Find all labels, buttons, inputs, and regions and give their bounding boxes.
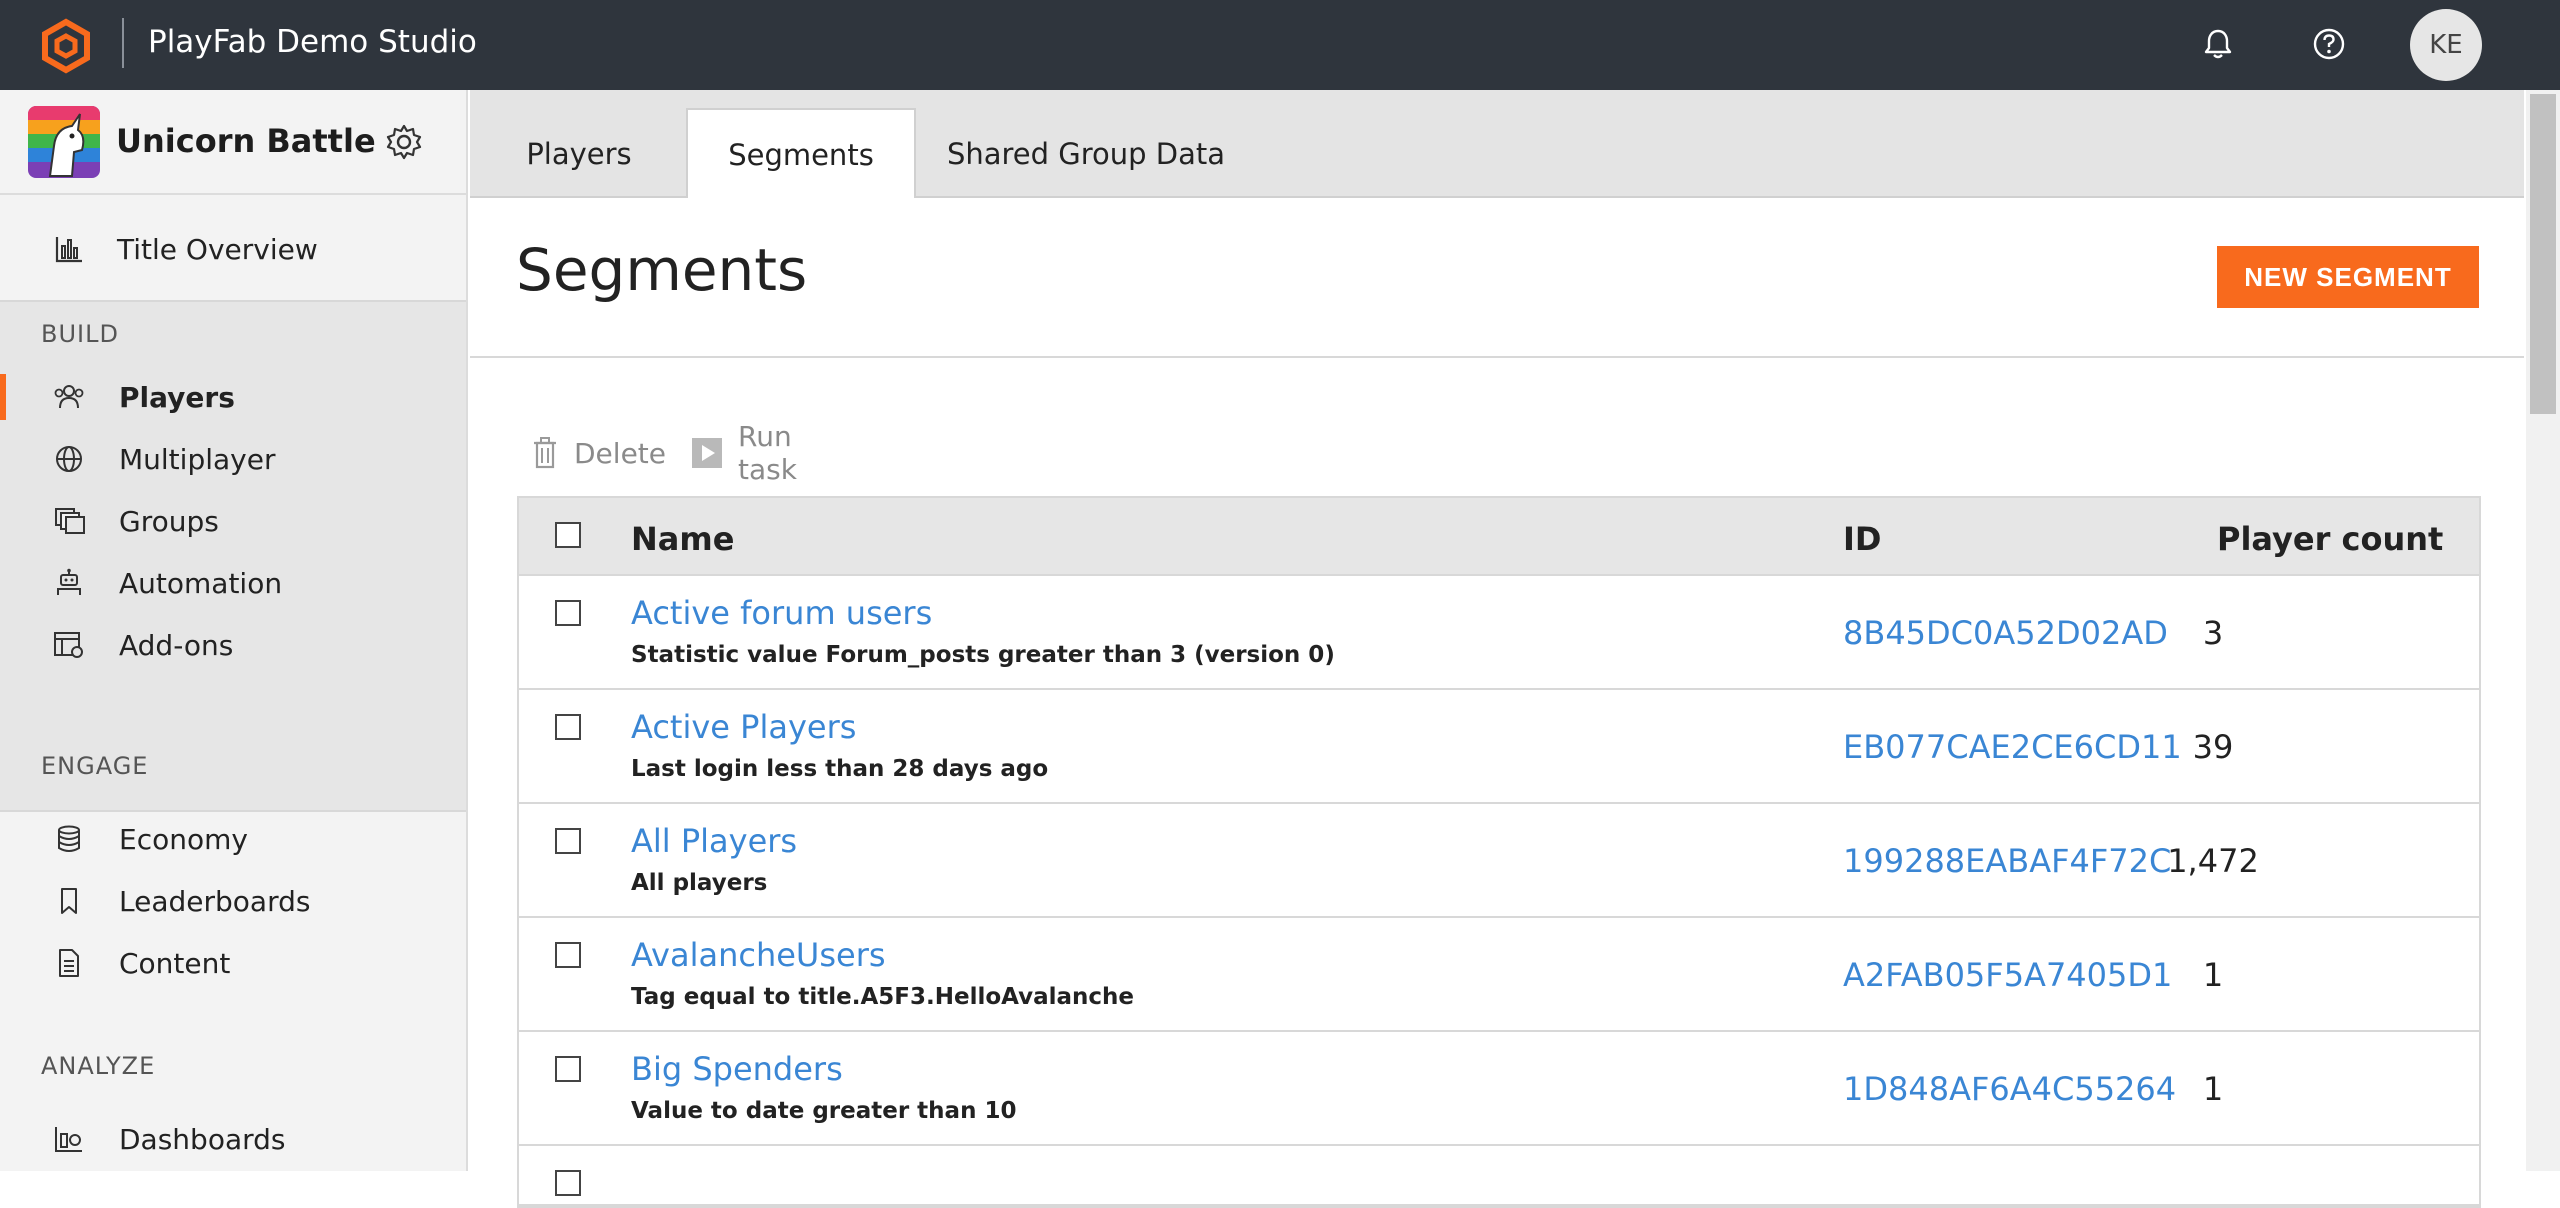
bookmark-icon [52, 884, 86, 918]
delete-label: Delete [574, 436, 666, 470]
column-header-name[interactable]: Name [631, 520, 734, 558]
table-row: Big Spenders Value to date greater than … [519, 1032, 2479, 1146]
segment-name-link[interactable]: Active Players [631, 708, 856, 746]
unicorn-battle-icon [28, 106, 100, 178]
segments-table: Name ID Player count Active forum users … [517, 496, 2481, 1208]
table-row [519, 1146, 2479, 1206]
bell-icon[interactable] [2196, 22, 2240, 66]
sidebar-item-automation[interactable]: Automation [0, 552, 466, 614]
sidebar-item-label: Leaderboards [119, 884, 311, 918]
run-task-button[interactable]: Run task [692, 420, 797, 486]
tab-shared-group-data[interactable]: Shared Group Data [916, 108, 1256, 200]
row-checkbox[interactable] [555, 828, 581, 854]
addons-icon [52, 628, 86, 662]
help-icon[interactable] [2307, 22, 2351, 66]
segment-id-link[interactable]: 1D848AF6A4C55264 [1843, 1070, 2176, 1108]
delete-button[interactable]: Delete [532, 428, 666, 478]
tab-bar: Players Segments Shared Group Data [470, 90, 2524, 200]
bar-chart-icon [52, 232, 86, 266]
segment-name-link[interactable]: Active forum users [631, 594, 932, 632]
segment-id-link[interactable]: 8B45DC0A52D02AD [1843, 614, 2168, 652]
globe-icon [52, 442, 86, 476]
scrollbar-thumb[interactable] [2530, 94, 2556, 414]
studio-name[interactable]: PlayFab Demo Studio [148, 22, 477, 62]
tab-players[interactable]: Players [470, 108, 688, 200]
coins-icon [52, 822, 86, 856]
row-checkbox[interactable] [555, 942, 581, 968]
sidebar-item-leaderboards[interactable]: Leaderboards [0, 870, 466, 932]
row-checkbox[interactable] [555, 714, 581, 740]
tab-segments[interactable]: Segments [686, 108, 916, 200]
groups-icon [52, 504, 86, 538]
segment-description: Last login less than 28 days ago [631, 756, 1049, 782]
sidebar-item-label: Groups [119, 504, 219, 538]
column-header-id[interactable]: ID [1843, 520, 1881, 558]
player-count: 1,472 [2167, 842, 2259, 880]
sidebar-item-label: Content [119, 946, 231, 980]
title-selector[interactable]: Unicorn Battle [0, 90, 466, 195]
dashboard-icon [52, 1122, 86, 1156]
run-task-label: Run task [738, 420, 797, 486]
segment-name-link[interactable]: Big Spenders [631, 1050, 843, 1088]
table-row: All Players All players 199288EABAF4F72C… [519, 804, 2479, 918]
sidebar-section-build: BUILD Players Multiplayer Groups Automat… [0, 300, 466, 812]
segment-id-link[interactable]: 199288EABAF4F72C [1843, 842, 2171, 880]
sidebar-item-label: Economy [119, 822, 248, 856]
sidebar: Unicorn Battle Title Overview BUILD Play… [0, 90, 468, 1171]
sidebar-item-label: Dashboards [119, 1122, 286, 1156]
trash-icon [532, 436, 558, 470]
sidebar-item-title-overview[interactable]: Title Overview [0, 218, 466, 280]
table-header: Name ID Player count [519, 498, 2479, 576]
table-row: AvalancheUsers Tag equal to title.A5F3.H… [519, 918, 2479, 1032]
players-icon [52, 380, 86, 414]
segment-id-link[interactable]: A2FAB05F5A7405D1 [1843, 956, 2172, 994]
sidebar-item-label: Players [119, 380, 235, 414]
sidebar-item-multiplayer[interactable]: Multiplayer [0, 428, 466, 490]
document-icon [52, 946, 86, 980]
robot-icon [52, 566, 86, 600]
row-checkbox[interactable] [555, 1170, 581, 1196]
section-label-engage: ENGAGE [41, 752, 149, 780]
gear-icon[interactable] [384, 122, 424, 162]
table-row: Active Players Last login less than 28 d… [519, 690, 2479, 804]
column-header-player-count[interactable]: Player count [2217, 520, 2443, 558]
sidebar-item-label: Title Overview [117, 232, 318, 266]
page-title: Segments [516, 236, 808, 304]
sidebar-item-addons[interactable]: Add-ons [0, 614, 466, 676]
sidebar-item-content[interactable]: Content [0, 932, 466, 994]
sidebar-item-groups[interactable]: Groups [0, 490, 466, 552]
sidebar-item-label: Add-ons [119, 628, 234, 662]
player-count: 1 [2202, 956, 2224, 994]
segment-description: Statistic value Forum_posts greater than… [631, 642, 1335, 668]
segment-name-link[interactable]: All Players [631, 822, 797, 860]
segment-description: Tag equal to title.A5F3.HelloAvalanche [631, 984, 1135, 1010]
sidebar-item-economy[interactable]: Economy [0, 808, 466, 870]
row-checkbox[interactable] [555, 600, 581, 626]
top-navigation-bar: PlayFab Demo Studio KE [0, 0, 2560, 90]
page-scrollbar[interactable] [2526, 90, 2560, 1171]
brand-separator [122, 18, 124, 68]
player-count: 3 [2202, 614, 2224, 652]
player-count: 1 [2202, 1070, 2224, 1108]
sidebar-item-dashboards[interactable]: Dashboards [0, 1108, 466, 1170]
player-count: 39 [2192, 728, 2234, 766]
title-name: Unicorn Battle [116, 122, 376, 160]
sidebar-item-label: Automation [119, 566, 283, 600]
sidebar-item-players[interactable]: Players [0, 366, 466, 428]
sidebar-item-label: Multiplayer [119, 442, 276, 476]
segment-id-link[interactable]: EB077CAE2CE6CD11 [1843, 728, 2182, 766]
segment-description: All players [631, 870, 768, 896]
segment-name-link[interactable]: AvalancheUsers [631, 936, 886, 974]
playfab-logo-icon[interactable] [38, 18, 94, 74]
row-checkbox[interactable] [555, 1056, 581, 1082]
new-segment-button[interactable]: NEW SEGMENT [2217, 246, 2479, 308]
page-header: Segments NEW SEGMENT [470, 198, 2524, 358]
table-row: Active forum users Statistic value Forum… [519, 576, 2479, 690]
user-avatar[interactable]: KE [2410, 9, 2482, 81]
play-icon [692, 438, 722, 468]
section-label-analyze: ANALYZE [41, 1052, 156, 1080]
segment-description: Value to date greater than 10 [631, 1098, 1017, 1124]
section-label-build: BUILD [41, 320, 119, 348]
select-all-checkbox[interactable] [555, 522, 581, 548]
